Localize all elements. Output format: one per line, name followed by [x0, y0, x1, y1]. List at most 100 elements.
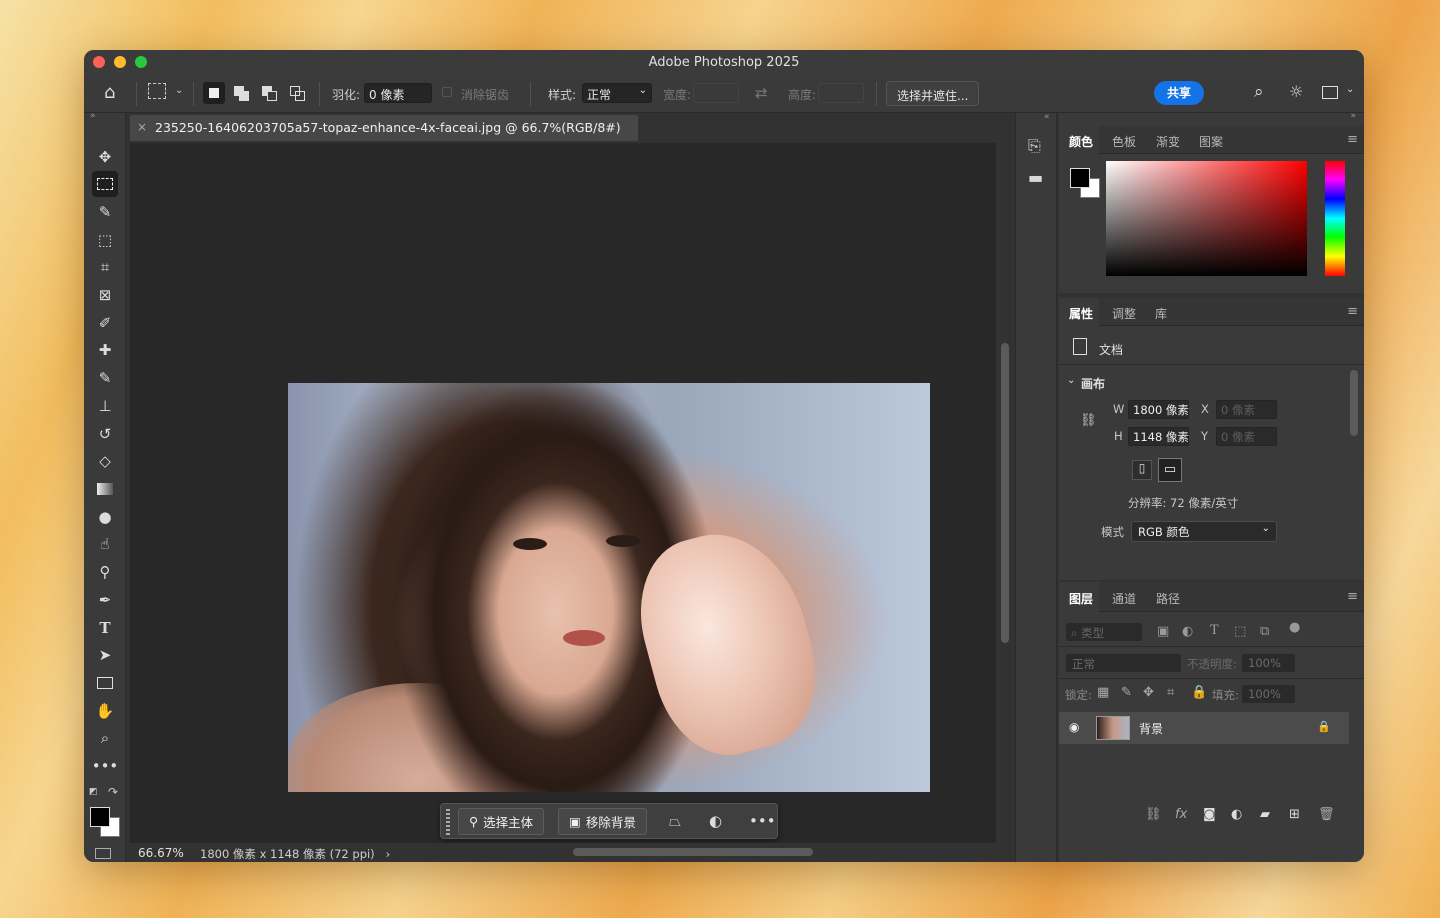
- hand-icon[interactable]: ✋: [92, 698, 118, 724]
- expand-icon[interactable]: »: [1350, 111, 1356, 121]
- home-icon[interactable]: ⌂: [104, 82, 115, 103]
- lock-pixels-icon[interactable]: ✎: [1121, 685, 1132, 700]
- frame-icon[interactable]: ⊠: [92, 282, 118, 308]
- lock-all-icon[interactable]: 🔒: [1191, 685, 1207, 700]
- width-field[interactable]: 1800 像素: [1128, 400, 1189, 419]
- link-layers-icon[interactable]: ⛓: [1145, 807, 1162, 822]
- collapse-icon[interactable]: »: [90, 111, 96, 121]
- fill-input[interactable]: 100%: [1241, 684, 1296, 704]
- intersect-selection-button[interactable]: [287, 82, 309, 104]
- vertical-scrollbar[interactable]: [997, 143, 1013, 843]
- more-options-icon[interactable]: •••: [749, 812, 776, 830]
- rectangle-icon[interactable]: [92, 670, 118, 696]
- vertical-scroll-thumb[interactable]: [1001, 343, 1009, 643]
- comments-panel-icon[interactable]: ▬: [1028, 168, 1043, 187]
- select-subject-button[interactable]: ⚲ 选择主体: [458, 808, 545, 835]
- layer-filter-select[interactable]: ⌕ 类型: [1065, 622, 1143, 642]
- height-input[interactable]: [818, 83, 864, 103]
- type-icon[interactable]: T: [92, 615, 118, 641]
- transform-icon[interactable]: ⏢: [669, 812, 681, 830]
- new-adjustment-icon[interactable]: ◐: [1231, 807, 1242, 822]
- chevron-down-icon[interactable]: ⌄: [1346, 84, 1354, 95]
- portrait-orientation-icon[interactable]: ▯: [1132, 460, 1152, 480]
- fx-icon[interactable]: fx: [1175, 807, 1187, 822]
- panel-menu-icon[interactable]: ≡: [1347, 132, 1358, 147]
- marquee-preset-icon[interactable]: [148, 83, 166, 99]
- type-filter-icon[interactable]: T: [1210, 623, 1219, 638]
- panel-menu-icon[interactable]: ≡: [1347, 589, 1358, 604]
- color-picker-field[interactable]: [1106, 161, 1307, 276]
- layer-row[interactable]: ◉ 背景 🔒: [1059, 712, 1349, 744]
- pen-icon[interactable]: ✒: [92, 587, 118, 613]
- eraser-icon[interactable]: ◇: [92, 448, 118, 474]
- collapse-icon[interactable]: «: [1044, 112, 1050, 122]
- hue-slider[interactable]: [1325, 161, 1345, 276]
- panel-menu-icon[interactable]: ≡: [1347, 304, 1358, 319]
- tab-layers[interactable]: 图层: [1069, 590, 1093, 607]
- document-info[interactable]: 1800 像素 x 1148 像素 (72 ppi) ›: [200, 846, 390, 862]
- healing-brush-icon[interactable]: ✚: [92, 337, 118, 363]
- tab-properties[interactable]: 属性: [1069, 305, 1093, 322]
- shape-filter-icon[interactable]: ⬚: [1234, 624, 1246, 639]
- antialias-checkbox[interactable]: [442, 87, 452, 97]
- smudge-icon[interactable]: ☝: [92, 531, 118, 557]
- select-and-mask-button[interactable]: 选择并遮住...: [886, 81, 980, 106]
- foreground-color-swatch[interactable]: [1070, 168, 1090, 188]
- y-field[interactable]: 0 像素: [1216, 427, 1277, 446]
- crop-icon[interactable]: ⌗: [92, 254, 118, 280]
- new-layer-icon[interactable]: ⊞: [1289, 807, 1300, 822]
- dodge-icon[interactable]: ⚲: [92, 559, 118, 585]
- height-field[interactable]: 1148 像素: [1128, 427, 1189, 446]
- history-brush-icon[interactable]: ↺: [92, 421, 118, 447]
- tab-swatches[interactable]: 色板: [1112, 133, 1136, 150]
- move-icon[interactable]: ✥: [92, 144, 118, 170]
- quick-select-icon[interactable]: ✎: [92, 199, 118, 225]
- blend-mode-select[interactable]: 正常: [1065, 653, 1182, 673]
- subtract-selection-button[interactable]: [259, 82, 281, 104]
- properties-scroll-thumb[interactable]: [1350, 370, 1358, 436]
- chevron-down-icon[interactable]: ⌄: [1067, 375, 1075, 386]
- eyedropper-icon[interactable]: ✐: [92, 310, 118, 336]
- swap-dimensions-icon[interactable]: ⇄: [755, 84, 768, 102]
- brush-icon[interactable]: ✎: [92, 365, 118, 391]
- chevron-down-icon[interactable]: ⌄: [175, 85, 183, 96]
- horizontal-scroll-thumb[interactable]: [573, 848, 813, 856]
- landscape-orientation-icon[interactable]: ▭: [1158, 458, 1182, 482]
- adjustment-filter-icon[interactable]: ◐: [1182, 624, 1193, 639]
- tab-color[interactable]: 颜色: [1069, 133, 1093, 150]
- blur-icon[interactable]: ●: [92, 504, 118, 530]
- close-tab-icon[interactable]: ×: [137, 120, 147, 134]
- quick-mask-icon[interactable]: [95, 848, 111, 859]
- tab-gradients[interactable]: 渐变: [1156, 133, 1180, 150]
- more-tools-icon[interactable]: •••: [92, 753, 119, 779]
- document-photo[interactable]: [288, 383, 930, 792]
- tab-patterns[interactable]: 图案: [1199, 133, 1223, 150]
- feather-input[interactable]: 0 像素: [364, 83, 432, 103]
- layer-lock-icon[interactable]: 🔒: [1317, 720, 1331, 733]
- x-field[interactable]: 0 像素: [1216, 400, 1277, 419]
- share-button[interactable]: 共享: [1154, 81, 1204, 105]
- filter-toggle-icon[interactable]: ●: [1289, 620, 1300, 635]
- zoom-icon[interactable]: ⌕: [92, 725, 118, 751]
- pixel-filter-icon[interactable]: ▣: [1157, 624, 1169, 639]
- tab-channels[interactable]: 通道: [1112, 590, 1136, 607]
- lock-transparency-icon[interactable]: ▦: [1097, 685, 1109, 700]
- new-group-icon[interactable]: ▰: [1260, 807, 1270, 822]
- object-select-icon[interactable]: ⬚: [92, 227, 118, 253]
- marquee-icon[interactable]: [92, 171, 118, 197]
- swap-colors-icon[interactable]: ↷: [108, 785, 118, 799]
- new-selection-button[interactable]: [203, 82, 225, 104]
- tab-paths[interactable]: 路径: [1156, 590, 1180, 607]
- link-icon[interactable]: ⛓: [1080, 413, 1097, 428]
- lock-artboard-icon[interactable]: ⌗: [1167, 685, 1174, 700]
- lock-position-icon[interactable]: ✥: [1143, 685, 1154, 700]
- remove-background-button[interactable]: ▣ 移除背景: [558, 808, 647, 835]
- default-colors-icon[interactable]: ◩: [89, 787, 98, 797]
- history-panel-icon[interactable]: ⎘: [1028, 136, 1041, 156]
- visibility-eye-icon[interactable]: ◉: [1069, 720, 1079, 734]
- gradient-icon[interactable]: [92, 476, 118, 502]
- document-tab[interactable]: × 235250-16406203705a57-topaz-enhance-4x…: [130, 115, 638, 141]
- opacity-input[interactable]: 100%: [1241, 653, 1296, 673]
- search-icon[interactable]: ⌕: [1254, 82, 1264, 102]
- lightbulb-icon[interactable]: ☼: [1289, 82, 1303, 101]
